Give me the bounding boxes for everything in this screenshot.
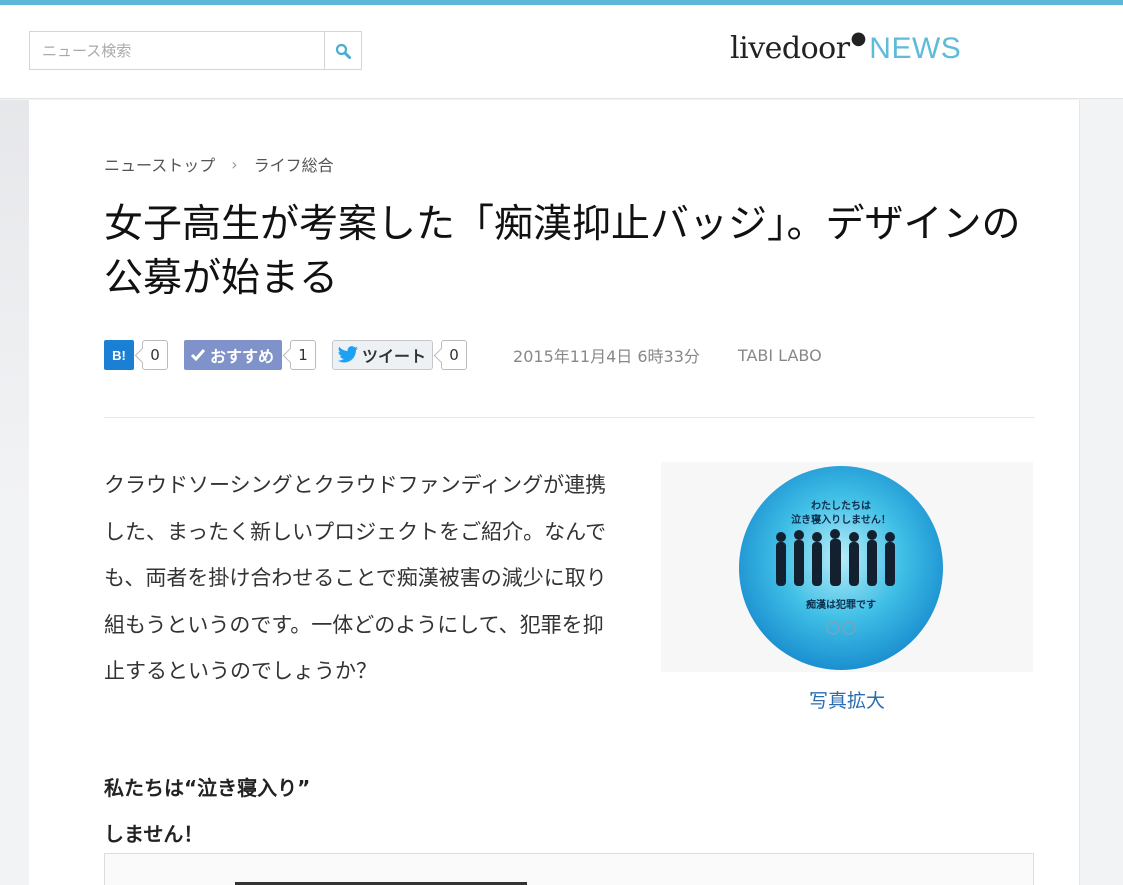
badge-text-line2: 泣き寝入りしません！ [791, 513, 891, 526]
article-body: クラウドソーシングとクラウドファンディングが連携した、まったく新しいプロジェクト… [104, 473, 607, 683]
breadcrumb: ニューストップ › ライフ総合 [104, 152, 334, 176]
search-input[interactable] [30, 32, 325, 69]
article-title: 女子高生が考案した「痴漢抑止バッジ」。デザインの公募が始まる [104, 202, 1021, 301]
article-date: 2015年11月4日 6時33分 [513, 347, 700, 366]
left-gutter [0, 100, 29, 500]
subheading-line-2: しません！ [104, 822, 204, 846]
search-icon [335, 43, 351, 59]
breadcrumb-separator: › [231, 154, 238, 174]
site-header: livedoor ● NEWS [0, 5, 1123, 99]
osusume-label: おすすめ [210, 347, 275, 366]
article-image-2[interactable] [104, 853, 1034, 885]
search-box [29, 31, 362, 70]
breadcrumb-item-news-top[interactable]: ニューストップ [104, 152, 215, 176]
divider [104, 417, 1034, 418]
article-container: ニューストップ › ライフ総合 女子高生が考案した「痴漢抑止バッジ」。デザインの… [29, 100, 1080, 885]
logo-dot: ● [850, 28, 867, 49]
social-bar: B! 0 おすすめ 1 ツイート 0 2015年11月4日 6時33分 TABI… [104, 340, 822, 370]
hatena-count: 0 [142, 340, 168, 370]
twitter-bird-icon [337, 346, 359, 363]
search-button[interactable] [324, 32, 361, 69]
breadcrumb-item-life[interactable]: ライフ総合 [254, 152, 334, 176]
logo-news-text: NEWS [869, 32, 962, 65]
tweet-button[interactable]: ツイート [332, 340, 434, 370]
hatena-bookmark-button[interactable]: B! [104, 340, 134, 370]
logo-main-text: livedoor [730, 31, 850, 66]
badge-text-line3: 痴漢は犯罪です [806, 598, 876, 611]
article-photo[interactable]: わたしたちは 泣き寝入りしません！ 痴漢は犯罪です [661, 462, 1033, 672]
badge-text-line1: わたしたちは [811, 500, 871, 512]
osusume-count: 1 [290, 340, 317, 370]
tweet-label: ツイート [362, 347, 427, 366]
badge-image: わたしたちは 泣き寝入りしません！ 痴漢は犯罪です [661, 462, 1033, 672]
tweet-count: 0 [441, 340, 468, 370]
site-logo[interactable]: livedoor ● NEWS [730, 28, 962, 71]
article-subheading: 私たちは“泣き寝入り” しません！ [104, 765, 310, 857]
article-source[interactable]: TABI LABO [738, 346, 822, 365]
photo-enlarge-link[interactable]: 写真拡大 [661, 686, 1033, 713]
osusume-button[interactable]: おすすめ [184, 340, 283, 370]
subheading-line-1: 私たちは“泣き寝入り” [104, 776, 311, 800]
check-icon [190, 349, 206, 362]
